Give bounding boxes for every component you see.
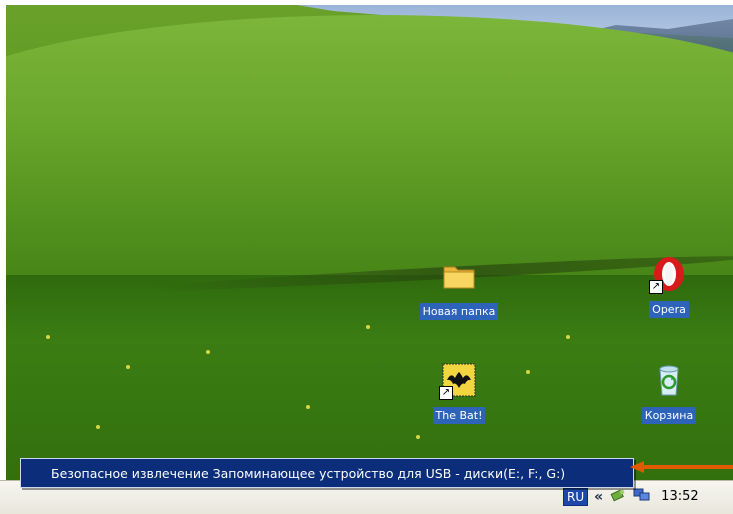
orange-arrow-icon	[630, 461, 733, 473]
flower	[566, 335, 570, 339]
safely-remove-hardware-icon[interactable]	[609, 486, 627, 508]
flower	[526, 370, 530, 374]
show-hidden-icons-button[interactable]: «	[594, 489, 603, 505]
shortcut-arrow-icon: ↗	[439, 386, 453, 400]
flower	[416, 435, 420, 439]
network-icon[interactable]	[633, 486, 651, 508]
desktop-icon-opera[interactable]: ↗ Opera	[619, 256, 719, 318]
shortcut-arrow-icon: ↗	[649, 280, 663, 294]
clock[interactable]: 13:52	[661, 489, 698, 504]
the-bat-icon: ↗	[439, 362, 477, 400]
desktop-icon-label: The Bat!	[432, 407, 486, 424]
flower	[126, 365, 130, 369]
desktop-icon-recycle-bin[interactable]: Корзина	[619, 362, 719, 424]
desktop-icon-label: Opera	[649, 301, 689, 318]
desktop-icon-new-folder[interactable]: Новая папка	[409, 258, 509, 320]
flower	[206, 350, 210, 354]
desktop-icon-label: Корзина	[641, 407, 697, 424]
recycle-bin-icon	[651, 362, 687, 398]
tooltip-text: Безопасное извлечение Запоминающее устро…	[51, 465, 566, 481]
flower	[366, 325, 370, 329]
desktop: Новая папка ↗ Opera ↗ The Bat! Корзина	[6, 5, 733, 513]
folder-icon	[441, 258, 477, 294]
flower	[306, 405, 310, 409]
desktop-icon-the-bat[interactable]: ↗ The Bat!	[409, 362, 509, 424]
desktop-icon-label: Новая папка	[419, 303, 499, 320]
flower	[46, 335, 50, 339]
language-indicator[interactable]: RU	[563, 487, 589, 506]
opera-icon: ↗	[649, 256, 687, 294]
flower	[96, 425, 100, 429]
safely-remove-tooltip[interactable]: Безопасное извлечение Запоминающее устро…	[20, 458, 634, 488]
